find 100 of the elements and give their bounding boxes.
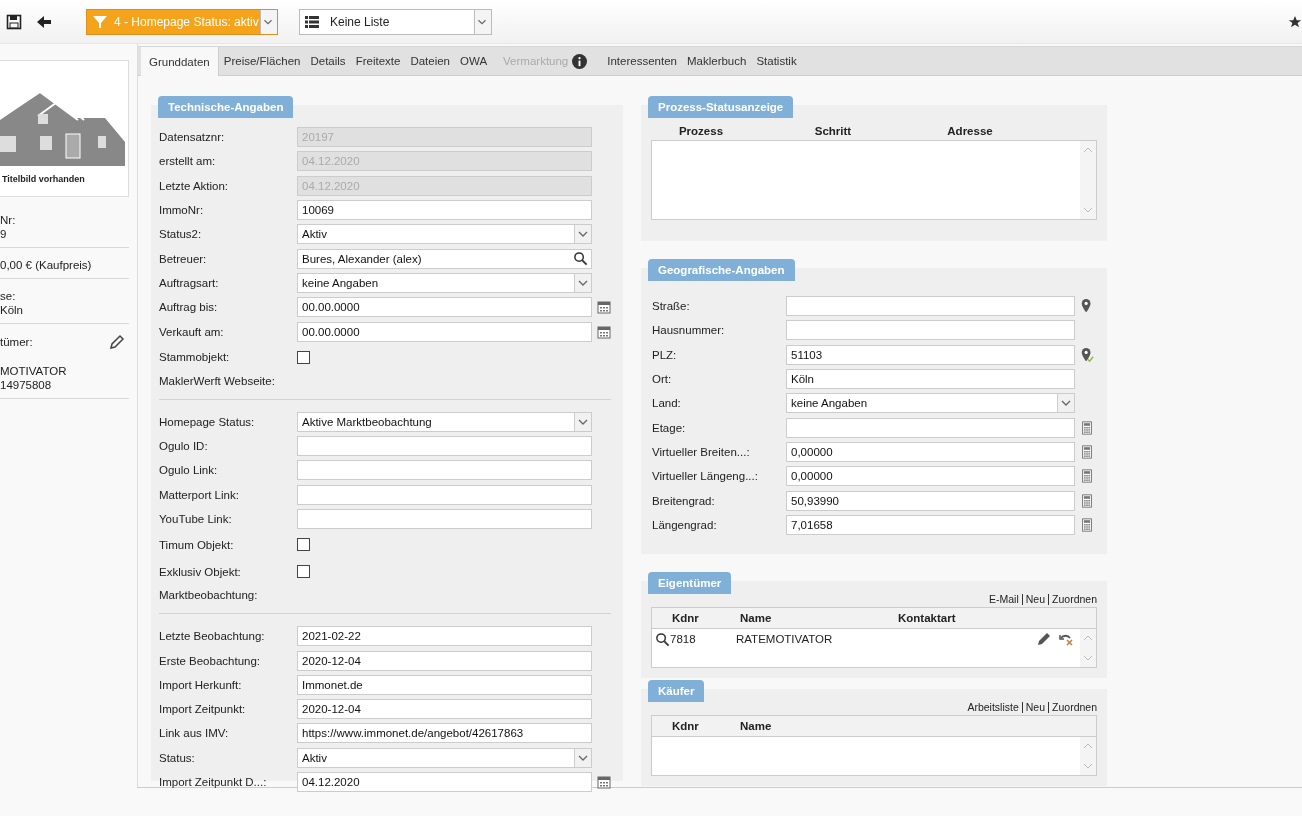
sidebar-value: Köln — [0, 303, 25, 317]
tab[interactable]: Dateien — [405, 47, 455, 75]
text-field[interactable] — [786, 296, 1075, 317]
calculator-icon[interactable] — [1080, 469, 1094, 484]
link[interactable]: Zuordnen — [1048, 594, 1097, 605]
calendar-icon[interactable] — [597, 324, 611, 339]
image-caption: Titelbild vorhanden — [2, 174, 85, 184]
date-field[interactable]: 00.00.0000 — [297, 297, 592, 318]
field-label: Auftrag bis: — [159, 301, 219, 314]
tab[interactable]: Interessenten — [602, 47, 682, 75]
search-icon[interactable] — [573, 251, 588, 267]
date-field[interactable]: 04.12.2020 — [297, 772, 592, 793]
text-field[interactable]: 50,93990 — [786, 490, 1075, 511]
field-label: Auftragsart: — [159, 276, 220, 289]
text-field[interactable] — [297, 460, 592, 481]
text-field[interactable]: Köln — [786, 369, 1075, 390]
caret-icon[interactable] — [574, 273, 591, 292]
caret-icon[interactable] — [1057, 394, 1074, 413]
sidebar-label: se: — [0, 289, 16, 303]
pin-check-icon[interactable] — [1080, 346, 1094, 363]
search-icon[interactable] — [655, 631, 670, 647]
sidebar-label: Nr: — [0, 213, 16, 227]
calculator-icon[interactable] — [1080, 517, 1094, 532]
field-label: Status: — [159, 751, 196, 764]
text-field[interactable]: Immonet.de — [297, 674, 592, 695]
link[interactable]: Neu — [1021, 702, 1049, 713]
list-dropdown[interactable]: Keine Liste — [299, 8, 492, 35]
text-field[interactable]: https://www.immonet.de/angebot/42617863 — [297, 723, 592, 744]
section-title: Prozess-Statusanzeige — [648, 96, 794, 118]
section-title: Geografische-Angaben — [648, 259, 795, 281]
tab[interactable]: Statistik — [751, 47, 802, 75]
calculator-icon[interactable] — [1080, 493, 1094, 508]
text-field[interactable] — [297, 436, 592, 457]
text-field[interactable]: 0,00000 — [786, 441, 1075, 462]
text-field[interactable] — [297, 509, 592, 529]
tab[interactable]: Maklerbuch — [681, 47, 752, 75]
link[interactable]: Neu — [1021, 594, 1049, 605]
column-header: Name — [740, 612, 773, 624]
checkbox[interactable] — [297, 538, 310, 552]
dropdown[interactable]: keine Angaben — [297, 272, 592, 293]
text-field[interactable]: 2020-12-04 — [297, 650, 592, 671]
calendar-icon[interactable] — [597, 775, 611, 790]
tab[interactable]: OWA — [455, 47, 493, 75]
field-label: Hausnummer: — [652, 324, 726, 337]
text-field[interactable] — [297, 484, 592, 505]
field-label: ImmoNr: — [159, 204, 205, 217]
table-cell-text: 7818 — [670, 633, 697, 645]
field-label: Straße: — [652, 300, 691, 313]
tab[interactable]: Details — [305, 47, 351, 75]
caret-icon[interactable] — [574, 225, 591, 244]
field-label: PLZ: — [652, 348, 678, 361]
checkbox[interactable] — [297, 565, 310, 579]
text-field[interactable]: 51103 — [786, 344, 1075, 365]
column-header: Kdnr — [672, 612, 700, 624]
search-field[interactable]: Bures, Alexander (alex) — [297, 248, 592, 269]
dropdown[interactable]: keine Angaben — [786, 393, 1075, 414]
calendar-icon[interactable] — [597, 300, 611, 315]
star-icon[interactable] — [1288, 14, 1302, 29]
field-label: YouTube Link: — [159, 513, 233, 525]
text-field[interactable]: 7,01658 — [786, 514, 1075, 535]
save-icon[interactable] — [6, 13, 22, 30]
column-header: Kontaktart — [898, 612, 956, 624]
text-field[interactable] — [786, 417, 1075, 438]
back-arrow-icon[interactable] — [36, 13, 52, 30]
link[interactable]: Zuordnen — [1048, 702, 1097, 713]
tab[interactable]: Grunddaten — [141, 47, 219, 76]
field-label: Import Zeitpunkt D...: — [159, 776, 268, 789]
field-label: Ogulo Link: — [159, 464, 219, 477]
tab[interactable]: Freitexte — [350, 47, 406, 75]
field-label: Link aus IMV: — [159, 727, 230, 740]
link[interactable]: E-Mail — [986, 594, 1022, 605]
caret-icon[interactable] — [574, 748, 591, 767]
field-label: Timum Objekt: — [159, 538, 235, 551]
pencil-icon[interactable] — [1036, 631, 1052, 647]
calculator-icon[interactable] — [1080, 420, 1094, 435]
date-field[interactable]: 00.00.0000 — [297, 321, 592, 342]
column-header: Adresse — [946, 125, 994, 137]
caret-icon[interactable] — [574, 412, 591, 431]
checkbox[interactable] — [297, 350, 310, 364]
text-field[interactable] — [786, 320, 1075, 341]
text-field[interactable]: 2020-12-04 — [297, 699, 592, 720]
calculator-icon[interactable] — [1080, 444, 1094, 459]
sidebar-value: 9 — [0, 227, 8, 241]
table-cell-text: RATEMOTIVATOR — [736, 633, 834, 645]
field-label: Stammobjekt: — [159, 351, 231, 364]
link[interactable]: Arbeitsliste — [964, 702, 1022, 713]
dropdown[interactable]: Aktiv — [297, 747, 592, 768]
section-title: Eigentümer — [648, 572, 732, 594]
field-label: Land: — [652, 397, 682, 410]
sidebar-value: MOTIVATOR — [0, 364, 68, 378]
text-field[interactable]: 2021-02-22 — [297, 626, 592, 647]
dropdown[interactable]: Aktive Marktbeobachtung — [297, 411, 592, 432]
funnel-icon — [92, 13, 108, 30]
text-field[interactable]: 10069 — [297, 200, 592, 221]
pencil-icon[interactable] — [109, 334, 125, 350]
field-label: Letzte Aktion: — [159, 179, 230, 192]
list-icon — [304, 13, 320, 30]
dropdown[interactable]: Aktiv — [297, 224, 592, 245]
text-field[interactable]: 0,00000 — [786, 466, 1075, 487]
tab[interactable]: Preise/Flächen — [218, 47, 306, 75]
